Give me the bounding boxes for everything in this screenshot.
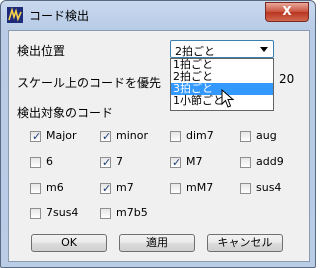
checkbox-box[interactable] [30, 157, 41, 168]
checkbox-box[interactable] [240, 131, 251, 142]
ok-button[interactable]: OK [31, 234, 107, 252]
detect-position-label: 検出位置 [17, 44, 66, 58]
checkbox-label: 7 [116, 155, 123, 168]
checkbox-label: sus4 [256, 181, 282, 194]
checkbox-box[interactable] [30, 183, 41, 194]
checkbox-label: m7b5 [116, 206, 148, 219]
checkbox-label: dim7 [186, 129, 214, 142]
checkbox-label: M7 [186, 155, 203, 168]
checkmark-icon: ✓ [102, 130, 112, 143]
checkbox-box[interactable] [170, 131, 181, 142]
checkbox-label: 6 [46, 155, 53, 168]
window-title: コード検出 [29, 9, 90, 23]
app-icon [7, 7, 23, 23]
checkbox-label: m6 [46, 181, 64, 194]
checkbox-label: aug [256, 129, 277, 142]
cancel-button[interactable]: キャンセル [207, 234, 283, 252]
checkbox-box[interactable]: ✓ [170, 156, 182, 169]
apply-button[interactable]: 適用 [119, 234, 195, 252]
targets-label: 検出対象のコード [17, 106, 114, 120]
checkbox-box[interactable] [240, 157, 251, 168]
detect-position-select[interactable]: 2拍ごと [170, 40, 274, 58]
checkbox-label: minor [116, 129, 148, 142]
chevron-down-icon [260, 47, 268, 52]
checkbox-box[interactable]: ✓ [30, 130, 42, 143]
close-button[interactable]: X [265, 2, 309, 22]
checkbox-label: Major [46, 129, 77, 142]
checkbox-box[interactable]: ✓ [100, 156, 112, 169]
checkbox-box[interactable] [240, 183, 251, 194]
checkbox-box[interactable] [170, 183, 181, 194]
close-icon: X [282, 4, 292, 18]
checkmark-icon: ✓ [102, 156, 112, 169]
priority-label: スケール上のコードを優先 [17, 76, 162, 90]
checkbox-box[interactable]: ✓ [100, 182, 112, 195]
dialog-window: コード検出 X 検出位置 2拍ごと 1拍ごと 2拍ごと 3拍ごと 1小節ごと ス… [0, 0, 316, 268]
title-bar[interactable]: コード検出 X [1, 1, 315, 29]
dialog-body: 検出位置 2拍ごと 1拍ごと 2拍ごと 3拍ごと 1小節ごと スケール上のコード… [8, 30, 310, 262]
checkbox-label: mM7 [186, 181, 214, 194]
mouse-cursor-icon [221, 89, 235, 108]
checkmark-icon: ✓ [102, 182, 112, 195]
checkbox-label: add9 [256, 155, 284, 168]
checkbox-box[interactable] [100, 208, 111, 219]
checkmark-icon: ✓ [32, 130, 42, 143]
checkbox-box[interactable] [30, 208, 41, 219]
checkbox-box[interactable]: ✓ [100, 130, 112, 143]
priority-value[interactable]: 20 [279, 72, 294, 86]
checkbox-label: m7 [116, 181, 134, 194]
checkmark-icon: ✓ [172, 156, 182, 169]
checkbox-label: 7sus4 [46, 206, 79, 219]
detect-position-value: 2拍ごと [175, 45, 215, 58]
